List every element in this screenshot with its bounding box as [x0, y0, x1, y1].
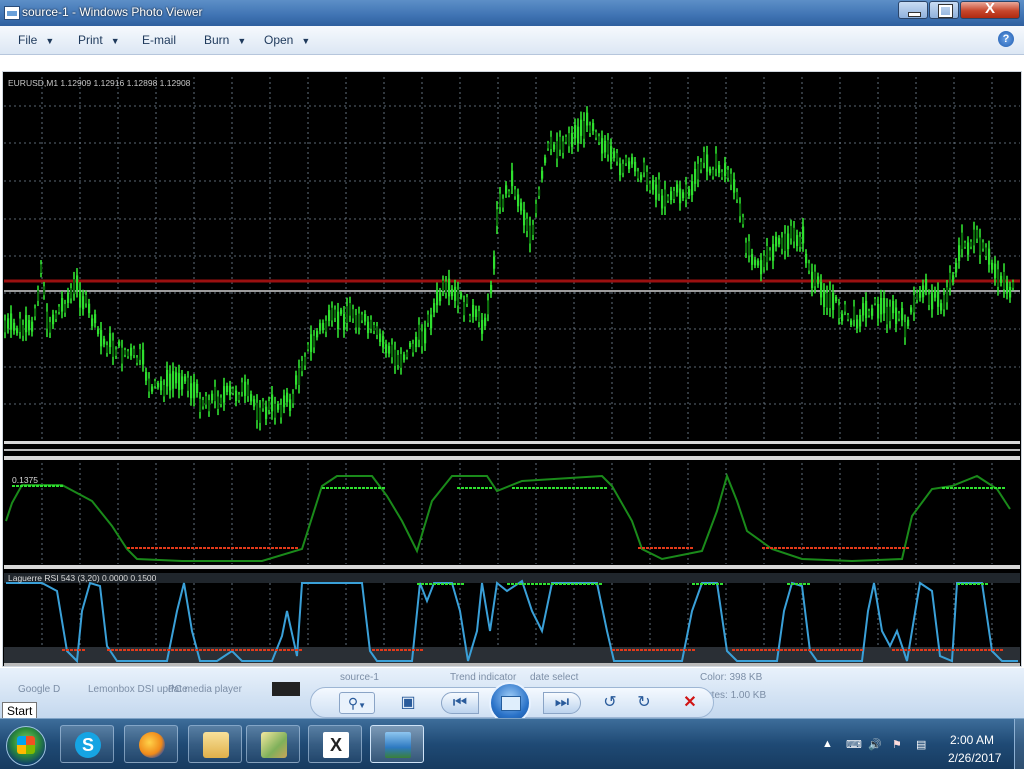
maximize-button[interactable] — [929, 1, 959, 19]
window-title: source-1 - Windows Photo Viewer — [22, 5, 203, 19]
photo-trading-chart: EURUSD,M1 1.12909 1.12916 1.12898 1.1290… — [2, 71, 1022, 667]
minimize-button[interactable] — [898, 1, 928, 19]
start-button[interactable] — [6, 726, 46, 766]
taskbar-explorer[interactable] — [188, 725, 242, 763]
skype-icon: S — [75, 732, 101, 758]
clock-date[interactable]: 2/26/2017 — [948, 751, 1001, 765]
delete-icon[interactable]: ✕ — [677, 691, 703, 715]
help-icon[interactable]: ? — [998, 31, 1014, 47]
explorer-folder-icon — [203, 732, 229, 758]
taskbar-firefox[interactable] — [124, 725, 178, 763]
taskbar: S X ▲ ⌨ 🔊 ⚑ ▤ 2:00 AM 2/26/2017 — [0, 718, 1024, 769]
viewer-controls: ⚲▼ ▣ ⏮ ⏭ ↺ ↻ ✕ — [310, 682, 714, 724]
photo-viewer-icon — [385, 732, 411, 758]
menu-email[interactable]: E-mail — [142, 33, 176, 47]
actual-size-icon[interactable]: ▣ — [395, 691, 421, 715]
symbol-header: EURUSD,M1 1.12909 1.12916 1.12898 1.1290… — [8, 78, 191, 88]
menu-bar: File ▼ Print ▼ E-mail Burn ▼ Open ▼ ? — [0, 26, 1024, 55]
zoom-magnifier-icon[interactable]: ⚲▼ — [339, 692, 375, 714]
indicator-header: Laguerre RSI 543 (3,20) 0.0000 0.1500 — [8, 573, 157, 583]
action-center-icon[interactable]: ⚑ — [892, 738, 902, 751]
firefox-icon — [139, 732, 165, 758]
menu-file[interactable]: File ▼ — [18, 33, 54, 47]
title-bar: source-1 - Windows Photo Viewer X — [0, 0, 1024, 26]
system-tray: ▲ ⌨ 🔊 ⚑ ▤ 2:00 AM 2/26/2017 — [818, 719, 1018, 769]
chevron-down-icon: ▼ — [237, 36, 247, 46]
menu-burn[interactable]: Burn ▼ — [204, 33, 246, 47]
show-desktop-button[interactable] — [1014, 719, 1024, 769]
close-button[interactable]: X — [960, 0, 1020, 19]
chevron-down-icon: ▼ — [45, 36, 55, 46]
chevron-down-icon: ▼ — [110, 36, 120, 46]
taskbar-skype[interactable]: S — [60, 725, 114, 763]
photo-viewer-icon — [4, 6, 20, 20]
close-icon: X — [984, 0, 995, 17]
rotate-counterclockwise-icon[interactable]: ↺ — [597, 691, 623, 715]
previous-icon[interactable]: ⏮ — [441, 692, 479, 714]
indicator-value: 0.1375 — [12, 475, 38, 485]
taskbar-metatrader[interactable]: X — [308, 725, 362, 763]
taskbar-ebook[interactable] — [246, 725, 300, 763]
taskbar-photo-viewer[interactable] — [370, 725, 424, 763]
next-icon[interactable]: ⏭ — [543, 692, 581, 714]
metatrader-icon: X — [323, 732, 349, 758]
chevron-down-icon: ▼ — [301, 36, 311, 46]
windows-logo-icon — [17, 736, 35, 754]
clock-time[interactable]: 2:00 AM — [950, 733, 994, 747]
network-icon[interactable]: ▤ — [916, 738, 926, 751]
ebook-icon — [261, 732, 287, 758]
thumbnail[interactable] — [272, 682, 300, 696]
volume-icon[interactable]: 🔊 — [868, 738, 882, 751]
rotate-clockwise-icon[interactable]: ↻ — [631, 691, 657, 715]
menu-open[interactable]: Open ▼ — [264, 33, 310, 47]
menu-print[interactable]: Print ▼ — [78, 33, 120, 47]
show-hidden-icons-icon[interactable]: ▲ — [822, 738, 833, 750]
keyboard-icon[interactable]: ⌨ — [846, 738, 862, 751]
